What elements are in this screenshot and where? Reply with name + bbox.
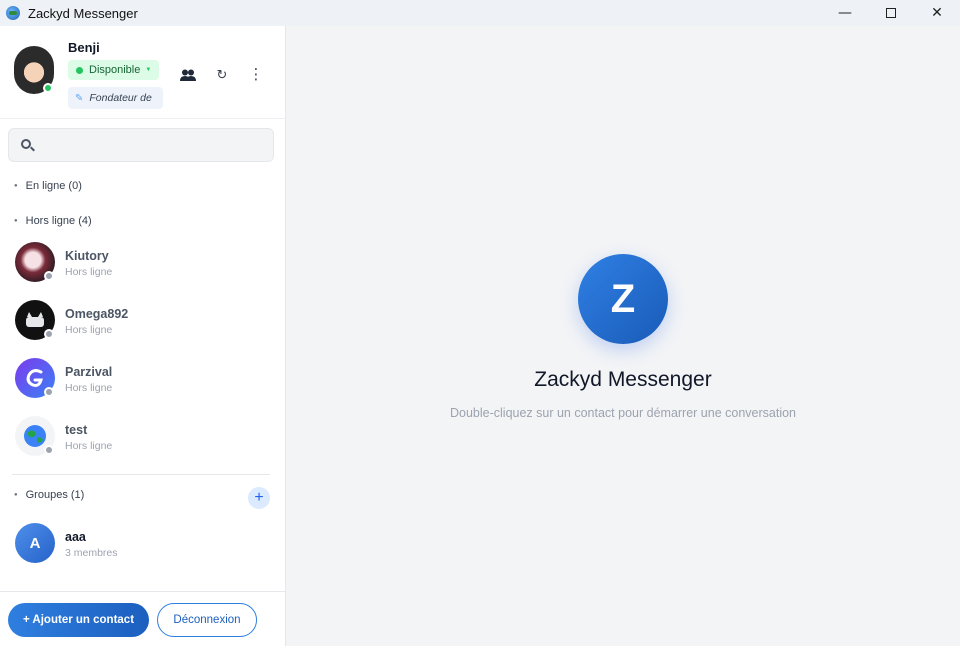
search-input[interactable] [41,129,266,161]
status-dot-icon [76,66,83,74]
window-controls: — ✕ [822,0,960,26]
window-title: Zackyd Messenger [28,5,138,21]
welcome-title: Zackyd Messenger [534,368,712,391]
offline-status-dot [44,329,54,339]
contact-status: Hors ligne [65,324,113,336]
section-groups-header[interactable]: ● Groupes (1) [14,489,84,501]
personal-message-text: Fondateur de [89,92,152,104]
personal-message-field[interactable]: ✎ Fondateur de [68,87,163,109]
group-avatar: A [15,523,55,563]
sidebar-footer: + Ajouter un contact Déconnexion [0,591,286,646]
pencil-icon: ✎ [75,92,84,104]
more-options-button[interactable]: ⋮ [246,64,266,84]
status-label: Disponible [89,64,141,76]
logout-button[interactable]: Déconnexion [157,603,257,637]
contact-status: Hors ligne [65,266,113,278]
contact-name: Parzival [65,365,113,379]
search-box[interactable] [8,128,274,162]
username: Benji [68,40,100,55]
group-members: 3 membres [65,547,118,559]
app-globe-icon [6,6,20,20]
refresh-button[interactable]: ↻ [212,65,232,85]
contact-item-kiutory[interactable]: Kiutory Hors ligne [0,242,286,296]
contact-status: Hors ligne [65,382,113,394]
section-offline-header[interactable]: ● Hors ligne (4) [14,215,92,227]
chevron-down-icon: ▼ [145,67,152,73]
contact-name: test [65,423,88,437]
search-icon [21,139,31,149]
section-online-label: En ligne (0) [25,180,82,192]
offline-status-dot [44,387,54,397]
section-divider [12,474,270,475]
contact-item-test[interactable]: test Hors ligne [0,416,286,470]
more-vertical-icon: ⋮ [248,66,264,83]
status-dropdown[interactable]: Disponible ▼ [68,60,160,80]
section-online-header[interactable]: ● En ligne (0) [14,180,82,192]
group-item-aaa[interactable]: A aaa 3 membres [0,523,286,577]
contact-item-parzival[interactable]: Parzival Hors ligne [0,358,286,412]
contact-item-omega892[interactable]: Omega892 Hors ligne [0,300,286,354]
offline-status-dot [44,445,54,455]
bullet-icon: ● [14,492,18,498]
bullet-icon: ● [14,218,18,224]
conversation-area: Z Zackyd Messenger Double-cliquez sur un… [286,26,960,646]
maximize-icon [886,8,896,18]
contact-status: Hors ligne [65,440,113,452]
refresh-icon: ↻ [216,67,228,82]
section-groups-label: Groupes (1) [25,489,85,501]
group-name: aaa [65,530,86,544]
bullet-icon: ● [14,183,18,189]
offline-status-dot [44,271,54,281]
title-bar: Zackyd Messenger — ✕ [0,0,960,26]
maximize-button[interactable] [868,0,914,26]
contact-name: Kiutory [65,249,109,263]
section-offline-label: Hors ligne (4) [25,215,92,227]
add-contact-button[interactable]: + Ajouter un contact [8,603,149,637]
user-avatar[interactable] [14,46,54,94]
add-group-button[interactable]: + [248,487,270,509]
close-button[interactable]: ✕ [914,0,960,26]
online-status-dot [43,83,53,93]
contact-name: Omega892 [65,307,129,321]
sidebar: Benji Disponible ▼ ✎ Fondateur de ↻ ⋮ ● … [0,26,286,646]
app-logo: Z [578,254,668,344]
users-icon [180,69,196,81]
profile-panel: Benji Disponible ▼ ✎ Fondateur de ↻ ⋮ [0,26,286,119]
welcome-subtitle: Double-cliquez sur un contact pour démar… [449,406,797,420]
minimize-button[interactable]: — [822,0,868,26]
contacts-button[interactable] [178,65,198,85]
